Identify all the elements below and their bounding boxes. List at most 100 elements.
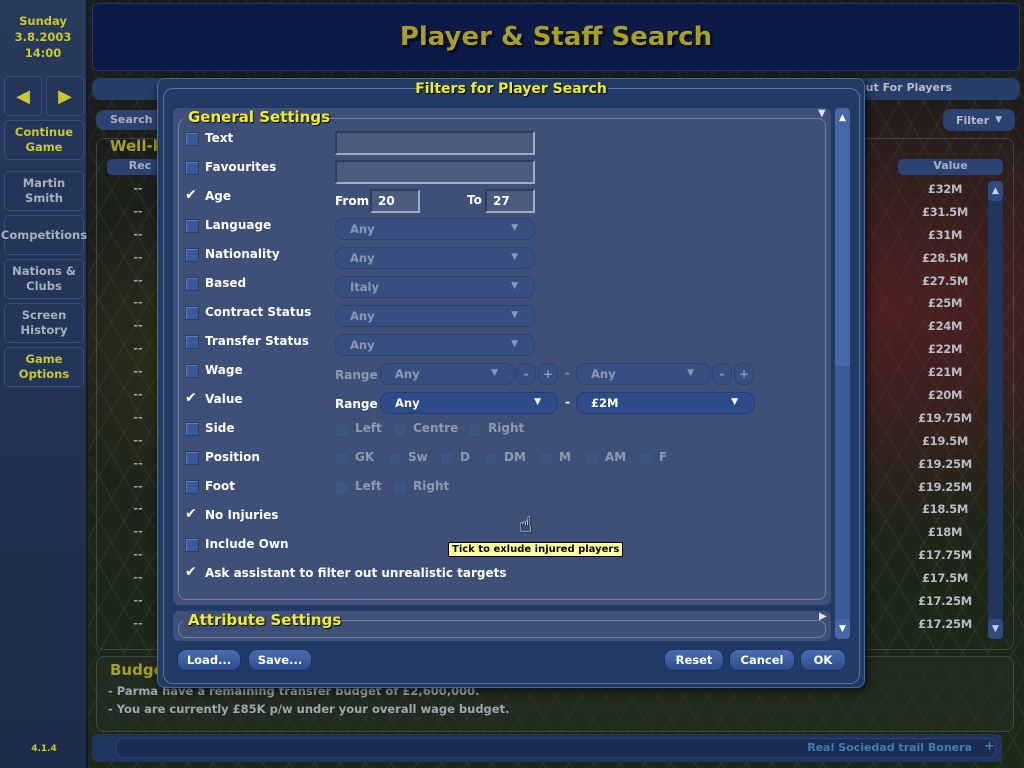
expand-icon[interactable]: ▶ [819,611,827,622]
ok-button[interactable]: OK [800,649,846,671]
wage-min-increase-button[interactable]: + [538,363,558,385]
table-row-value[interactable]: £19.25M [900,480,990,503]
include-own-checkbox[interactable] [185,538,199,552]
wage-max-dropdown[interactable]: Any ▼ [576,363,711,385]
table-row-value[interactable]: £17.25M [900,617,990,640]
value-checkbox[interactable] [185,390,199,407]
screen-history-button[interactable]: Screen History [4,303,84,343]
foot-left-checkbox[interactable] [335,481,349,495]
filter-button[interactable]: Filter ▼ [943,109,1015,131]
position-m-label: M [559,450,571,464]
table-row-value[interactable]: £28.5M [900,251,990,274]
attribute-settings-title[interactable]: Attribute Settings [188,611,341,629]
column-header-value[interactable]: Value [898,159,1003,175]
value-max-dropdown[interactable]: £2M ▼ [576,392,755,414]
wage-min-decrease-button[interactable]: - [516,363,536,385]
cancel-button[interactable]: Cancel [729,649,795,671]
save-button[interactable]: Save... [248,649,312,671]
table-row-value[interactable]: £18M [900,525,990,548]
language-dropdown[interactable]: Any ▼ [335,218,535,240]
position-am-checkbox[interactable] [585,452,599,466]
table-row-value[interactable]: £17.5M [900,571,990,594]
game-options-button[interactable]: Game Options [4,347,84,387]
scroll-down-icon[interactable]: ▼ [835,619,850,639]
age-to-input[interactable]: 27 [485,189,535,213]
table-row-value[interactable]: £31.5M [900,205,990,228]
table-row-value[interactable]: £31M [900,228,990,251]
table-row-value[interactable]: £25M [900,296,990,319]
value-min-dropdown[interactable]: Any ▼ [380,392,558,414]
position-sw-checkbox[interactable] [388,452,402,466]
collapse-icon[interactable]: ▼ [818,108,826,119]
age-from-input[interactable]: 20 [370,189,420,213]
scroll-down-icon[interactable]: ▼ [988,619,1003,639]
transfer-status-label: Transfer Status [205,334,309,348]
based-dropdown[interactable]: Italy ▼ [335,276,535,298]
nations-clubs-button[interactable]: Nations & Clubs [4,259,84,299]
filter-label: Filter [955,113,990,127]
load-button[interactable]: Load... [177,649,241,671]
table-row-value[interactable]: £19.5M [900,434,990,457]
position-m-checkbox[interactable] [539,452,553,466]
transfer-status-checkbox[interactable] [185,335,199,349]
foot-checkbox[interactable] [185,480,199,494]
wage-range-label: Range [335,368,378,382]
side-centre-checkbox[interactable] [393,423,407,437]
side-left-checkbox[interactable] [335,423,349,437]
assistant-filter-checkbox[interactable] [185,564,199,581]
foot-right-checkbox[interactable] [393,481,407,495]
list-scrollbar[interactable]: ▲ ▼ [988,181,1003,639]
table-row-value[interactable]: £24M [900,319,990,342]
language-checkbox[interactable] [185,219,199,233]
search-tab[interactable]: Search [96,110,166,130]
back-button[interactable]: ◀ [4,76,42,116]
table-row-value[interactable]: £32M [900,182,990,205]
text-checkbox[interactable] [185,132,199,146]
based-checkbox[interactable] [185,277,199,291]
dialog-title: Filters for Player Search [415,81,607,97]
age-checkbox[interactable] [185,187,199,204]
contract-status-dropdown[interactable]: Any ▼ [335,305,535,327]
table-row-value[interactable]: £19.75M [900,411,990,434]
no-injuries-checkbox[interactable] [185,506,199,523]
manager-profile-button[interactable]: Martin Smith [4,171,84,211]
table-row-value[interactable]: £18.5M [900,502,990,525]
wage-min-dropdown[interactable]: Any ▼ [380,363,515,385]
position-d-checkbox[interactable] [440,452,454,466]
nationality-dropdown[interactable]: Any ▼ [335,247,535,269]
position-f-checkbox[interactable] [639,452,653,466]
news-headline[interactable]: Real Sociedad trail Bonera [807,741,972,754]
table-row-value[interactable]: £17.75M [900,548,990,571]
favourites-checkbox[interactable] [185,161,199,175]
chevron-down-icon: ▼ [511,223,518,233]
position-gk-checkbox[interactable] [335,452,349,466]
transfer-status-dropdown[interactable]: Any ▼ [335,334,535,356]
wage-checkbox[interactable] [185,364,199,378]
table-row-value[interactable]: £27.5M [900,274,990,297]
plus-icon[interactable]: + [984,739,995,754]
forward-button[interactable]: ▶ [46,76,84,116]
table-row-value[interactable]: £19.25M [900,457,990,480]
continue-game-button[interactable]: Continue Game [4,120,84,160]
contract-status-checkbox[interactable] [185,306,199,320]
table-row-value[interactable]: £21M [900,365,990,388]
scroll-up-icon[interactable]: ▲ [835,108,850,128]
wage-max-decrease-button[interactable]: - [712,363,732,385]
nationality-checkbox[interactable] [185,248,199,262]
reset-button[interactable]: Reset [664,649,724,671]
scrollbar-thumb[interactable] [835,128,850,366]
favourites-input[interactable] [335,160,535,184]
wage-max-increase-button[interactable]: + [734,363,754,385]
age-from-label: From [335,194,370,208]
table-row-value[interactable]: £20M [900,388,990,411]
dialog-scrollbar[interactable]: ▲ ▼ [835,108,850,639]
scroll-up-icon[interactable]: ▲ [988,181,1003,201]
side-right-checkbox[interactable] [468,423,482,437]
side-checkbox[interactable] [185,422,199,436]
text-input[interactable] [335,131,535,155]
position-dm-checkbox[interactable] [484,452,498,466]
competitions-button[interactable]: Competitions [1,215,87,255]
position-checkbox[interactable] [185,451,199,465]
table-row-value[interactable]: £22M [900,342,990,365]
table-row-value[interactable]: £17.25M [900,594,990,617]
